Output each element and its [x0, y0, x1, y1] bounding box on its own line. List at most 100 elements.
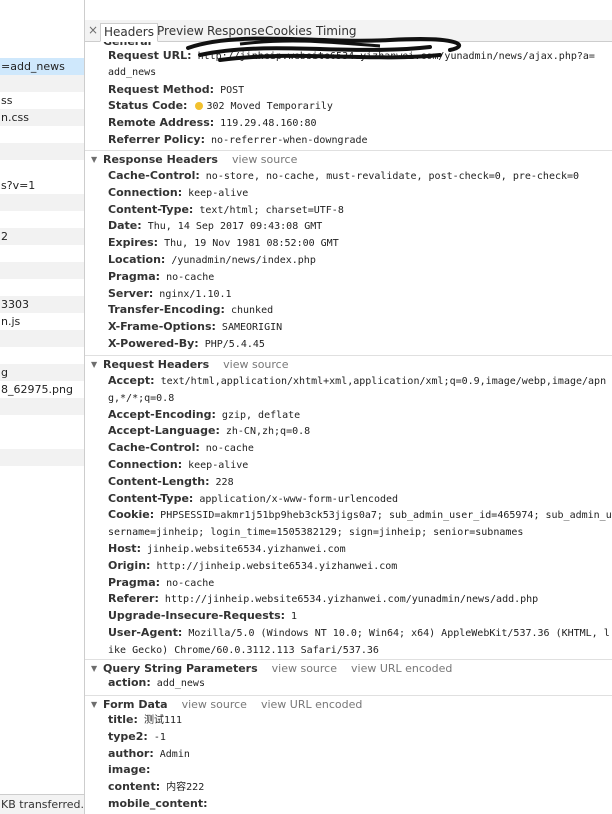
header-value: Thu, 14 Sep 2017 09:43:08 GMT — [147, 221, 323, 233]
response-headers-row: X-Powered-By: PHP/5.4.45 — [108, 336, 612, 354]
response-headers-row: Pragma: no-cache — [108, 269, 612, 287]
header-key: title: — [108, 713, 138, 726]
transfer-status: KB transferred... — [0, 794, 84, 814]
header-value: add_news — [156, 678, 205, 689]
request-list-item[interactable]: n.js — [0, 313, 84, 330]
header-value: 内容222 — [166, 782, 205, 794]
collapse-triangle-icon[interactable]: ▼ — [91, 151, 97, 168]
request-headers-row: Referer: http://jinheip.website6534.yizh… — [108, 591, 612, 609]
request-list-item[interactable]: 8_62975.png — [0, 381, 84, 398]
request-list-item[interactable]: 2 — [0, 228, 84, 245]
request-headers-row: Host: jinheip.website6534.yizhanwei.com — [108, 541, 612, 559]
header-value: add_news — [108, 66, 157, 78]
request-list: =add_newsss n.css s?v=1 2 3303 n.js g 8_62975.p… — [0, 0, 85, 814]
request-list-item[interactable] — [0, 211, 84, 228]
request-headers-row: Upgrade-Insecure-Requests: 1 — [108, 608, 612, 626]
status-dot-icon — [195, 102, 204, 111]
view-url-encoded-link[interactable]: view URL encoded — [351, 662, 452, 675]
headers-panel: × Headers Preview Response Cookies Timin… — [85, 0, 612, 814]
tab-cookies[interactable]: Cookies — [262, 23, 315, 42]
header-key: Request Method: — [108, 82, 215, 96]
header-value: zh-CN,zh;q=0.8 — [225, 426, 311, 438]
header-key: Referrer Policy: — [108, 133, 205, 146]
header-key: Content-Type: — [108, 491, 194, 505]
request-list-item[interactable] — [0, 262, 84, 279]
header-value: http://jinheip.website6534.yizhanwei.com… — [164, 594, 539, 606]
request-list-item[interactable] — [0, 398, 84, 415]
header-value: no-referrer-when-downgrade — [211, 135, 368, 146]
response-headers-row: Cache-Control: no-store, no-cache, must-… — [108, 168, 612, 186]
collapse-triangle-icon[interactable]: ▼ — [91, 696, 97, 713]
request-list-item[interactable] — [0, 143, 84, 160]
header-value: http://jinheip.website6534.yizhanwei.com… — [197, 51, 595, 62]
general-row: Request Method: POST — [108, 82, 612, 100]
header-key: Pragma: — [108, 575, 161, 589]
general-row: Request URL: http://jinheip.website6534.… — [108, 48, 612, 66]
view-source-link[interactable]: view source — [272, 662, 337, 675]
request-list-item[interactable] — [0, 279, 84, 296]
header-key: Accept: — [108, 374, 155, 387]
request-list-item[interactable]: n.css — [0, 109, 84, 126]
form-data-row: title: 测试111 — [108, 712, 612, 730]
header-key: Cache-Control: — [108, 441, 200, 455]
request-headers-title: Request Headers — [103, 358, 210, 371]
request-list-item[interactable] — [0, 245, 84, 262]
view-source-link[interactable]: view source — [223, 358, 288, 371]
header-key: type2: — [108, 729, 148, 743]
request-list-item[interactable]: s?v=1 — [0, 177, 84, 194]
request-list-item[interactable]: ss — [0, 92, 84, 109]
general-row: add_news — [108, 65, 612, 82]
header-key: Upgrade-Insecure-Requests: — [108, 609, 286, 623]
header-key: Content-Length: — [108, 474, 210, 488]
header-value: no-cache — [166, 271, 215, 283]
header-key: Connection: — [108, 458, 183, 471]
close-icon[interactable]: × — [88, 23, 98, 37]
tab-response[interactable]: Response — [204, 23, 268, 42]
request-list-item[interactable]: g — [0, 364, 84, 381]
header-key: Transfer-Encoding: — [108, 303, 225, 317]
response-headers-row: Content-Type: text/html; charset=UTF-8 — [108, 202, 612, 220]
header-value: keep-alive — [188, 187, 249, 199]
request-list-item[interactable] — [0, 194, 84, 211]
collapse-triangle-icon[interactable]: ▼ — [91, 660, 97, 677]
view-url-encoded-link[interactable]: view URL encoded — [261, 698, 362, 711]
query-string-title: Query String Parameters — [103, 662, 258, 675]
view-source-link[interactable]: view source — [182, 698, 247, 711]
tab-headers[interactable]: Headers — [100, 23, 158, 42]
request-headers-row: Origin: http://jinheip.website6534.yizha… — [108, 558, 612, 576]
response-headers-row: Transfer-Encoding: chunked — [108, 302, 612, 320]
request-list-item[interactable] — [0, 126, 84, 143]
response-headers-header[interactable]: ▼ Response Headers view source — [85, 150, 612, 167]
form-data-row: mobile_content: — [108, 796, 612, 814]
request-list-item[interactable] — [0, 449, 84, 466]
tab-timing[interactable]: Timing — [313, 23, 360, 42]
response-headers-row: Server: nginx/1.10.1 — [108, 286, 612, 304]
header-key: Cookie: — [108, 508, 155, 522]
response-headers-row: X-Frame-Options: SAMEORIGIN — [108, 319, 612, 337]
header-value: Thu, 19 Nov 1981 08:52:00 GMT — [164, 238, 339, 250]
response-headers-row: Expires: Thu, 19 Nov 1981 08:52:00 GMT — [108, 235, 612, 253]
request-list-item[interactable]: =add_news — [0, 58, 84, 75]
request-headers-header[interactable]: ▼ Request Headers view source — [85, 355, 612, 372]
request-list-item[interactable] — [0, 432, 84, 449]
header-key: Expires: — [108, 236, 159, 250]
header-key: Server: — [108, 286, 154, 300]
request-list-item[interactable]: 3303 — [0, 296, 84, 313]
request-headers-row: Accept-Language: zh-CN,zh;q=0.8 — [108, 423, 612, 441]
header-value: chunked — [230, 305, 274, 317]
form-data-header[interactable]: ▼ Form Data view source view URL encoded — [85, 695, 612, 712]
tab-preview[interactable]: Preview — [154, 23, 207, 42]
request-list-item[interactable] — [0, 330, 84, 347]
header-value: SAMEORIGIN — [221, 322, 283, 334]
request-list-item[interactable] — [0, 347, 84, 364]
header-key: X-Frame-Options: — [108, 320, 216, 334]
header-value: /yunadmin/news/index.php — [171, 255, 316, 266]
general-row: Remote Address: 119.29.48.160:80 — [108, 115, 612, 133]
request-list-item[interactable] — [0, 75, 84, 92]
header-key: Date: — [108, 219, 142, 233]
view-source-link[interactable]: view source — [232, 153, 297, 166]
header-value: text/html,application/xhtml+xml,applicat… — [108, 376, 607, 404]
collapse-triangle-icon[interactable]: ▼ — [91, 356, 97, 373]
query-string-header[interactable]: ▼ Query String Parameters view source view … — [85, 659, 612, 676]
header-value: 228 — [215, 476, 234, 488]
